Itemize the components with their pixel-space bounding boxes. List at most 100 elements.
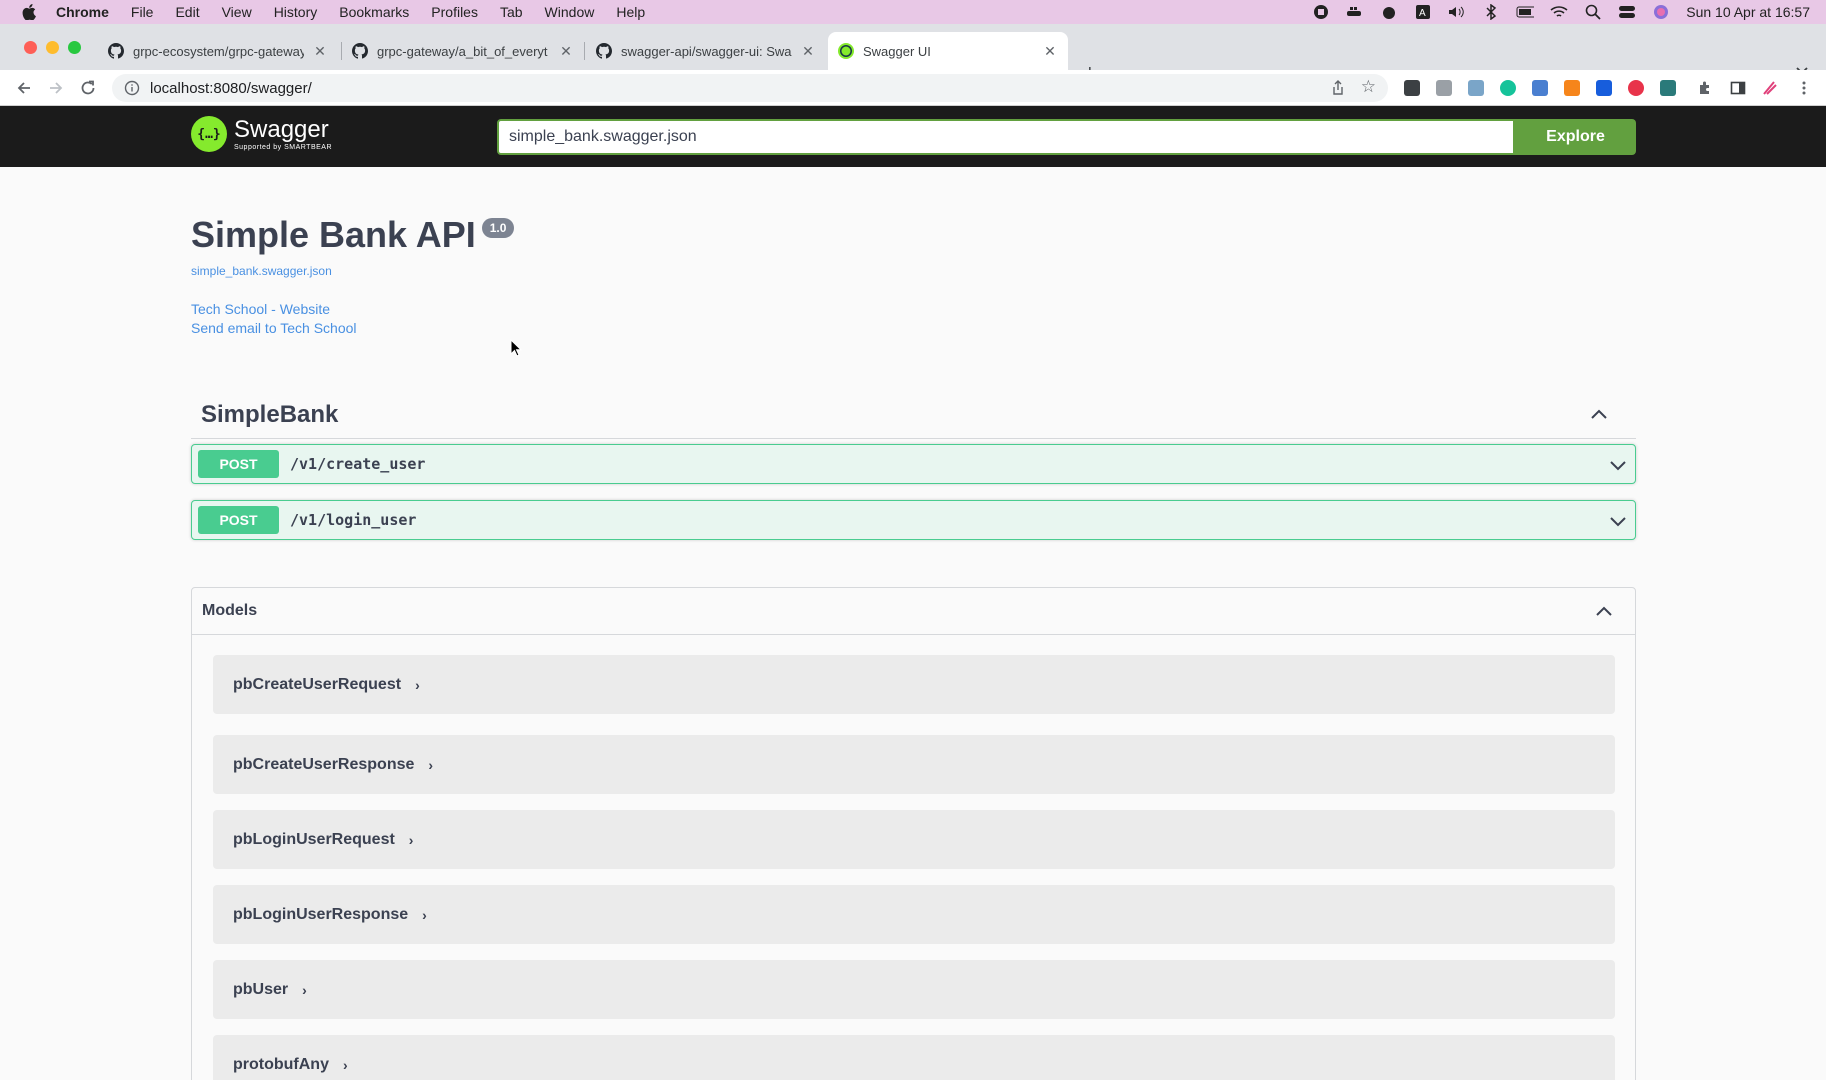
share-icon[interactable]	[1330, 80, 1346, 96]
contact-email-link[interactable]: Send email to Tech School	[191, 320, 357, 336]
model-name: pbLoginUserRequest	[233, 830, 395, 848]
model-name: pbCreateUserResponse	[233, 755, 415, 773]
model-name: protobufAny	[233, 1055, 329, 1073]
close-tab-icon[interactable]: ✕	[800, 43, 816, 59]
menu-tab[interactable]: Tab	[500, 4, 523, 20]
swagger-logo-name: Swagger	[234, 115, 329, 143]
back-arrow-icon[interactable]	[14, 78, 34, 98]
browser-tab[interactable]: grpc-ecosystem/grpc-gateway ✕	[98, 32, 338, 70]
wifi-icon[interactable]	[1550, 4, 1568, 20]
docker-icon[interactable]	[1346, 4, 1364, 20]
close-tab-icon[interactable]: ✕	[1042, 43, 1058, 59]
chevron-right-icon[interactable]: ›	[409, 832, 414, 848]
model-item[interactable]: pbUser ›	[213, 960, 1615, 1019]
more-menu-icon[interactable]	[1796, 80, 1812, 96]
chevron-right-icon[interactable]: ›	[343, 1057, 348, 1073]
metamask-icon[interactable]	[1564, 80, 1580, 96]
close-tab-icon[interactable]: ✕	[312, 43, 328, 59]
maximize-window-button[interactable]	[68, 41, 81, 54]
puzzle-icon[interactable]	[1697, 80, 1713, 96]
browser-tab-active[interactable]: Swagger UI ✕	[828, 32, 1068, 70]
svg-text:A: A	[1419, 8, 1426, 19]
model-item[interactable]: protobufAny ›	[213, 1035, 1615, 1080]
extension-icon[interactable]	[1436, 80, 1452, 96]
version-badge: 1.0	[481, 218, 515, 238]
spec-link[interactable]: simple_bank.swagger.json	[191, 264, 332, 278]
site-info-icon[interactable]	[124, 80, 140, 96]
menu-help[interactable]: Help	[616, 4, 645, 20]
model-item[interactable]: pbLoginUserRequest ›	[213, 810, 1615, 869]
contact-website-link[interactable]: Tech School - Website	[191, 301, 330, 317]
extension-icon[interactable]	[1404, 80, 1420, 96]
chevron-right-icon[interactable]: ›	[302, 982, 307, 998]
api-title: Simple Bank API	[191, 214, 476, 255]
models-header[interactable]: Models	[192, 588, 1635, 635]
apple-icon[interactable]	[20, 4, 38, 20]
model-item[interactable]: pbCreateUserResponse ›	[213, 735, 1615, 794]
api-title-block: Simple Bank API 1.0	[191, 214, 515, 256]
close-tab-icon[interactable]: ✕	[558, 43, 574, 59]
browser-tab-strip: grpc-ecosystem/grpc-gateway ✕ grpc-gatew…	[0, 24, 1826, 84]
chevron-right-icon[interactable]: ›	[422, 907, 427, 923]
volume-icon[interactable]	[1448, 4, 1466, 20]
address-bar[interactable]: localhost:8080/swagger/ ☆	[112, 74, 1388, 102]
bookmark-star-icon[interactable]: ☆	[1361, 77, 1376, 97]
swagger-icon	[838, 43, 854, 59]
tag-header-simplebank[interactable]: SimpleBank	[191, 392, 1636, 439]
side-panel-icon[interactable]	[1730, 80, 1746, 96]
operation-login-user[interactable]: POST /v1/login_user	[191, 500, 1636, 540]
battery-icon[interactable]	[1516, 4, 1535, 20]
menu-history[interactable]: History	[274, 4, 318, 20]
tab-title: grpc-ecosystem/grpc-gateway	[133, 43, 304, 59]
address-url[interactable]: localhost:8080/swagger/	[150, 80, 312, 97]
github-icon	[596, 43, 612, 59]
bitwarden-icon[interactable]	[1596, 80, 1612, 96]
bluetooth-icon[interactable]	[1482, 4, 1500, 20]
spotlight-search-icon[interactable]	[1584, 4, 1602, 20]
chevron-down-icon[interactable]	[1607, 510, 1629, 532]
forward-arrow-icon[interactable]	[46, 78, 66, 98]
reload-icon[interactable]	[78, 78, 98, 98]
menu-profiles[interactable]: Profiles	[431, 4, 478, 20]
siri-icon[interactable]	[1652, 4, 1670, 20]
profile-avatar-icon[interactable]	[1762, 80, 1778, 96]
model-name: pbLoginUserResponse	[233, 905, 409, 923]
record-icon[interactable]	[1312, 4, 1330, 20]
swagger-topbar: {…} Swagger Supported by SMARTBEAR simpl…	[0, 106, 1826, 167]
chevron-right-icon[interactable]: ›	[428, 757, 433, 773]
spec-url-input[interactable]: simple_bank.swagger.json	[497, 119, 1515, 155]
extension-icon[interactable]	[1468, 80, 1484, 96]
menu-app-chrome[interactable]: Chrome	[56, 4, 109, 20]
models-title: Models	[202, 602, 258, 619]
evernote-icon[interactable]	[1380, 4, 1398, 20]
menu-bookmarks[interactable]: Bookmarks	[339, 4, 409, 20]
control-center-icon[interactable]	[1618, 4, 1636, 20]
chevron-up-icon[interactable]	[1593, 601, 1615, 623]
grammarly-icon[interactable]	[1500, 80, 1516, 96]
menu-view[interactable]: View	[222, 4, 252, 20]
browser-tab[interactable]: swagger-api/swagger-ui: Swag ✕	[586, 32, 826, 70]
window-controls	[24, 41, 81, 54]
keyboard-input-icon[interactable]: A	[1414, 4, 1432, 20]
swagger-logo[interactable]: {…} Swagger Supported by SMARTBEAR	[191, 116, 332, 152]
chevron-right-icon[interactable]: ›	[415, 677, 420, 693]
chevron-up-icon[interactable]	[1588, 404, 1610, 426]
menu-window[interactable]: Window	[545, 4, 595, 20]
adblock-icon[interactable]	[1628, 80, 1644, 96]
chevron-down-icon[interactable]	[1607, 454, 1629, 476]
model-item[interactable]: pbLoginUserResponse ›	[213, 885, 1615, 944]
extension-icon[interactable]	[1660, 80, 1676, 96]
menu-file[interactable]: File	[131, 4, 154, 20]
model-item[interactable]: pbCreateUserRequest ›	[213, 655, 1615, 714]
operation-path: /v1/create_user	[290, 455, 426, 473]
browser-tab[interactable]: grpc-gateway/a_bit_of_everyt ✕	[342, 32, 584, 70]
mouse-cursor-icon	[510, 339, 522, 357]
explore-button[interactable]: Explore	[1515, 119, 1636, 155]
operation-create-user[interactable]: POST /v1/create_user	[191, 444, 1636, 484]
menu-edit[interactable]: Edit	[175, 4, 199, 20]
tab-title: grpc-gateway/a_bit_of_everyt	[377, 43, 548, 59]
close-window-button[interactable]	[24, 41, 37, 54]
minimize-window-button[interactable]	[46, 41, 59, 54]
extension-icon[interactable]	[1532, 80, 1548, 96]
menubar-clock[interactable]: Sun 10 Apr at 16:57	[1686, 4, 1810, 20]
